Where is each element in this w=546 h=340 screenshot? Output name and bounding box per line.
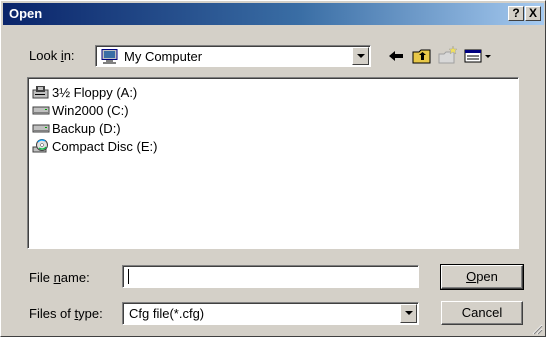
list-item[interactable]: Compact Disc (E:) [32, 137, 157, 155]
file-list[interactable]: 3½ Floppy (A:) Win2000 (C:) Backup (D:) … [27, 77, 519, 249]
file-name-input[interactable] [122, 265, 419, 288]
resize-grip-icon[interactable] [531, 322, 543, 335]
title-bar[interactable]: Open ? X [3, 3, 544, 25]
hard-drive-icon [32, 103, 50, 117]
floppy-drive-icon [32, 85, 50, 99]
back-arrow-icon[interactable] [385, 45, 407, 67]
file-type-combo[interactable]: Cfg file(*.cfg) [122, 302, 419, 325]
view-menu-icon[interactable] [463, 45, 497, 67]
file-type-label: Files of type: [29, 306, 103, 321]
text-cursor [128, 269, 129, 284]
list-item[interactable]: Win2000 (C:) [32, 101, 129, 119]
open-button[interactable]: Open [440, 264, 524, 290]
look-in-combo[interactable]: My Computer [95, 45, 371, 67]
my-computer-icon [100, 49, 120, 64]
file-name-label: File name: [29, 270, 90, 285]
window-title: Open [9, 6, 43, 21]
list-item[interactable]: 3½ Floppy (A:) [32, 83, 137, 101]
file-type-value: Cfg file(*.cfg) [129, 306, 205, 321]
list-item-label: Win2000 (C:) [52, 102, 129, 118]
hard-drive-icon [32, 121, 50, 135]
help-button[interactable]: ? [508, 6, 524, 21]
list-item-label: Compact Disc (E:) [52, 138, 158, 154]
look-in-value: My Computer [124, 49, 203, 64]
cancel-button[interactable]: Cancel [441, 301, 523, 325]
close-button[interactable]: X [525, 6, 541, 21]
open-dialog: Open ? X Look in: My Computer 3½ Floppy … [0, 0, 546, 337]
list-item-label: 3½ Floppy (A:) [52, 84, 138, 100]
up-folder-icon[interactable] [411, 45, 433, 67]
file-type-dropdown-button[interactable] [400, 304, 417, 323]
new-folder-icon[interactable] [437, 45, 459, 67]
list-item-label: Backup (D:) [52, 120, 121, 136]
list-item[interactable]: Backup (D:) [32, 119, 121, 137]
cd-drive-icon [32, 139, 50, 153]
look-in-label: Look in: [29, 48, 75, 63]
look-in-dropdown-button[interactable] [352, 47, 369, 65]
